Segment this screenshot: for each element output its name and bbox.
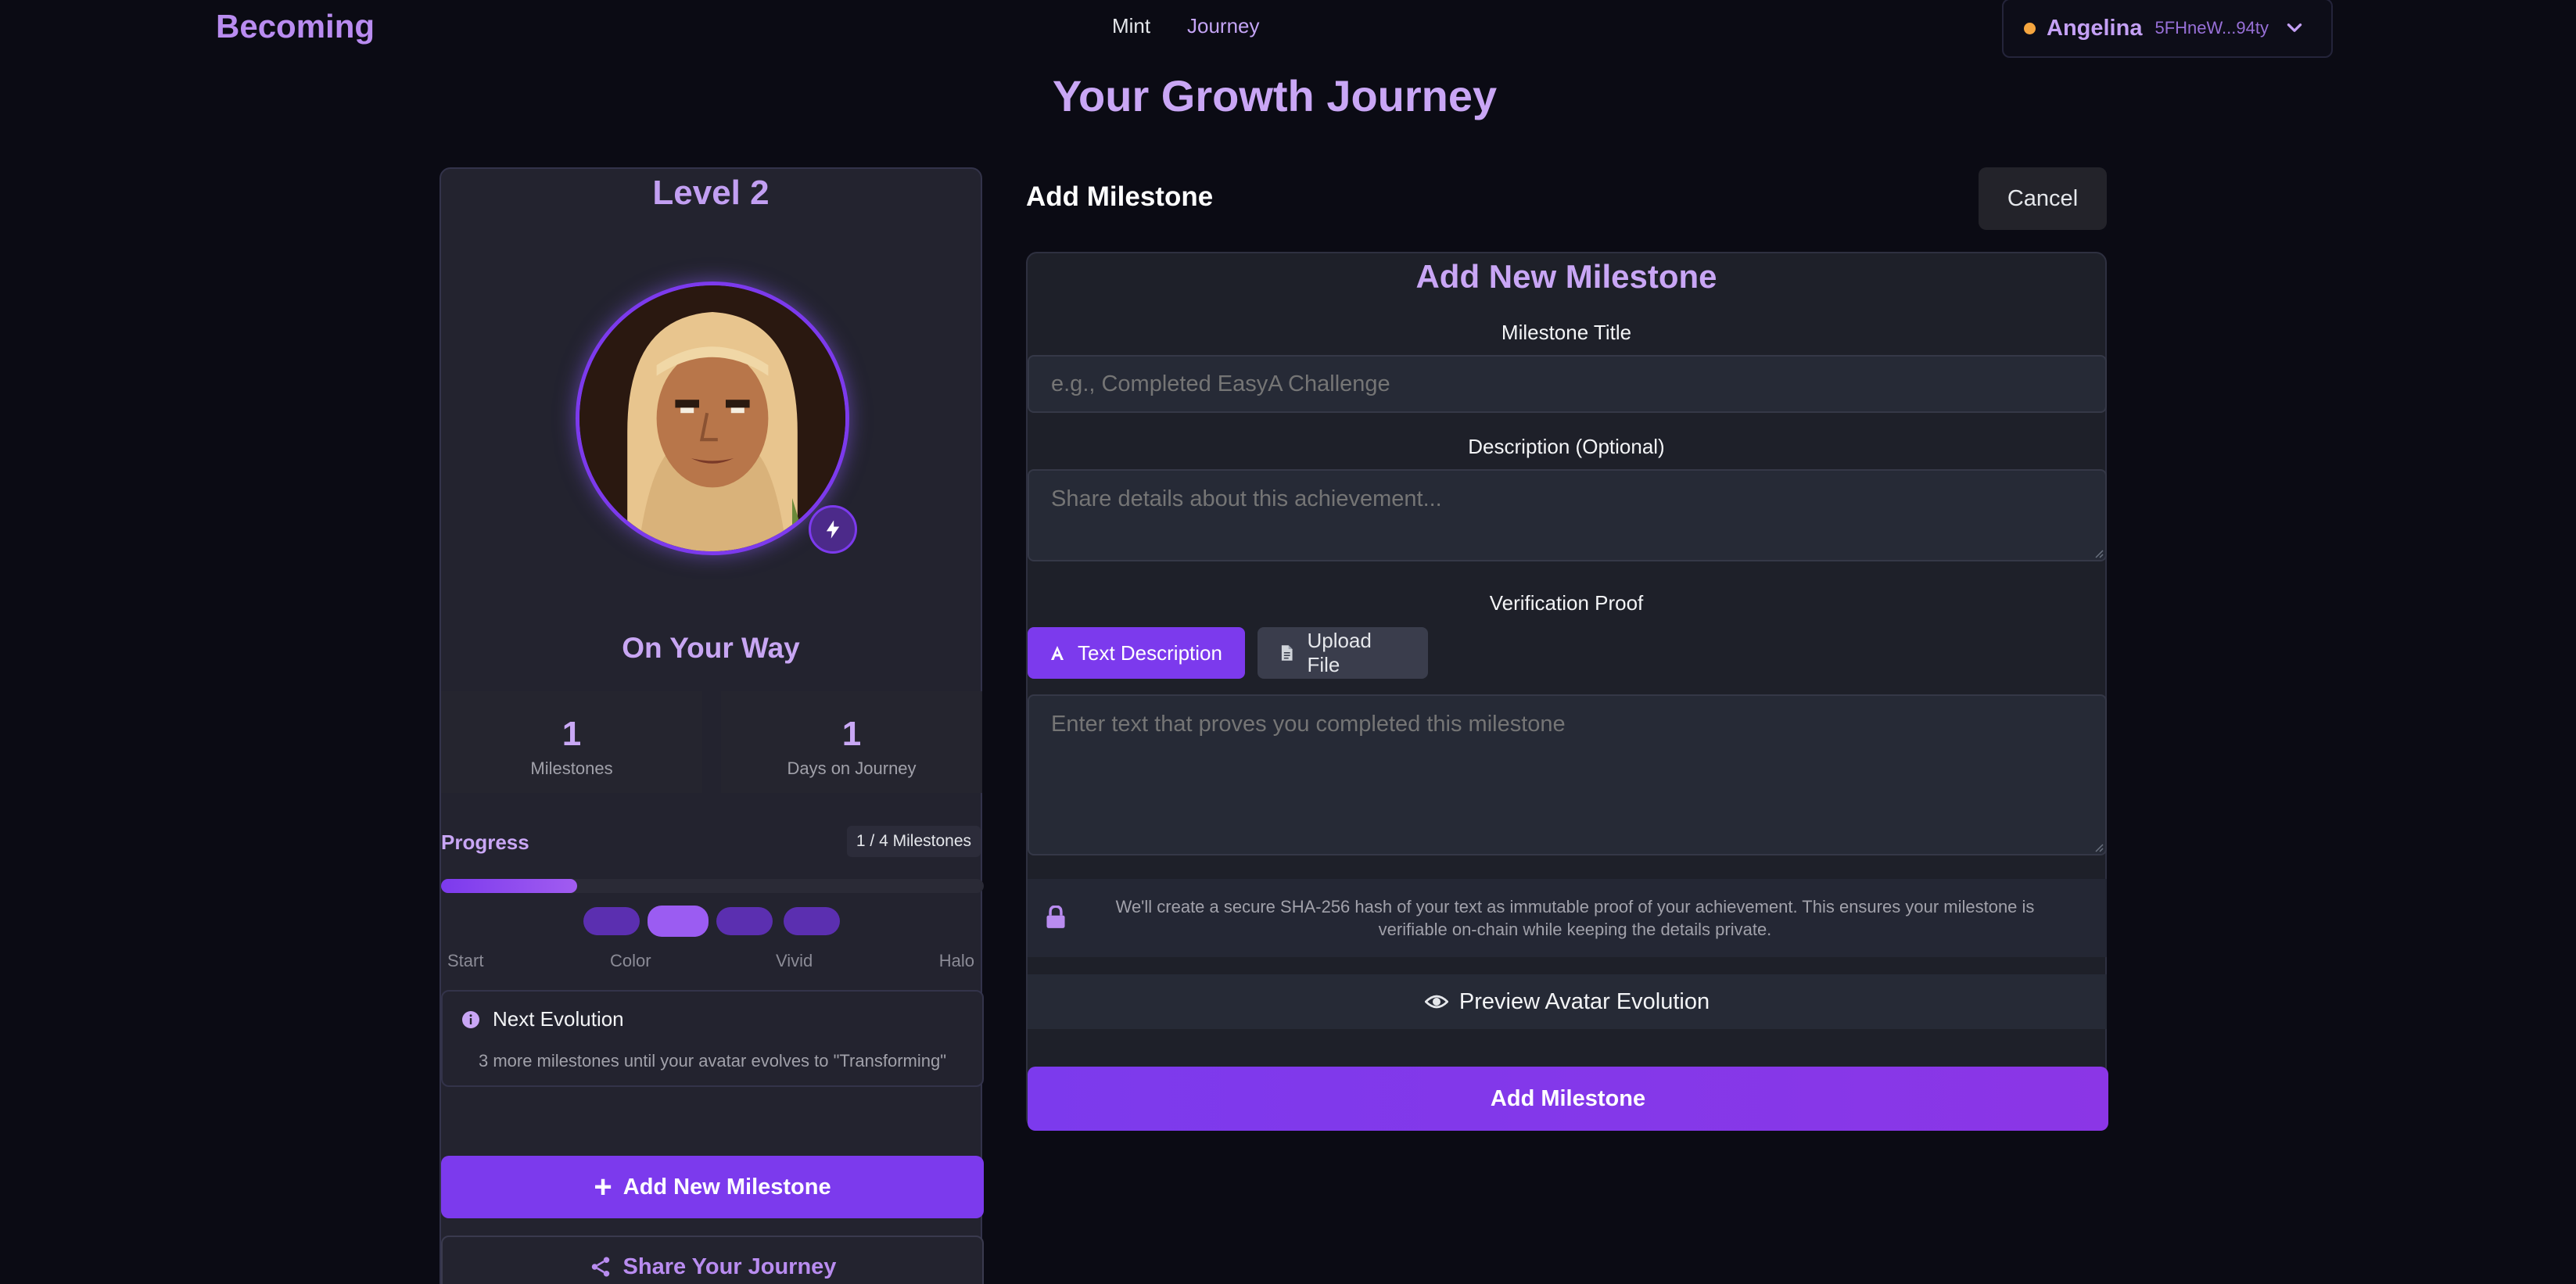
tab-text-description[interactable]: Text Description [1028,627,1245,679]
tab-upload-file[interactable]: Upload File [1258,627,1428,679]
security-note: We'll create a secure SHA-256 hash of yo… [1028,879,2107,957]
stat-value: 1 [561,715,582,753]
stat-label: Milestones [530,759,613,778]
evolution-status: On Your Way [622,632,800,664]
preview-avatar-evolution-button[interactable]: Preview Avatar Evolution [1028,974,2107,1029]
wallet-address: 5FHneW...94ty [2154,18,2269,38]
resize-handle-icon[interactable] [2093,841,2104,852]
page-title: Your Growth Journey [1052,71,1498,120]
avatar [576,282,849,555]
share-journey-label: Share Your Journey [622,1254,837,1279]
level-title: Level 2 [652,174,770,212]
stage-pill [716,907,773,935]
connection-status-dot [2024,22,2036,34]
proof-text-textarea[interactable] [1028,694,2107,855]
share-journey-button[interactable]: Share Your Journey [441,1236,984,1284]
cancel-button[interactable]: Cancel [1979,167,2107,230]
progress-bar-fill [441,879,577,893]
stat-label: Days on Journey [787,759,917,778]
progress-count-badge: 1 / 4 Milestones [846,826,981,857]
description-textarea[interactable] [1028,469,2107,561]
info-icon [462,1010,479,1028]
brand-logo[interactable]: Becoming [216,8,375,45]
evolution-badge [809,505,857,554]
add-milestone-form: Add New Milestone Milestone Title Descri… [1026,252,2108,1131]
lightning-icon [826,520,840,539]
milestone-title-input[interactable] [1028,355,2107,413]
stage-label-start: Start [447,951,484,970]
progress-label: Progress [441,830,529,854]
nav-mint-link[interactable]: Mint [1112,14,1150,38]
next-evolution-title: Next Evolution [493,1007,624,1031]
avatar-portrait-image [579,285,845,551]
wallet-name: Angelina [2047,15,2143,41]
avatar-profile-card: Level 2 On Your Way 1 Milestones 1 Days … [439,167,984,1284]
milestone-title-label: Milestone Title [1501,321,1632,344]
wallet-account-button[interactable]: Angelina 5FHneW...94ty [2002,0,2333,58]
stage-pill [784,907,840,935]
eye-icon [1424,995,1448,1009]
file-icon [1281,645,1293,661]
stage-pill [583,907,640,935]
preview-avatar-evolution-label: Preview Avatar Evolution [1458,988,1710,1014]
form-title: Add New Milestone [1415,258,1717,295]
stat-days: 1 Days on Journey [721,691,982,793]
stage-pill-active [648,906,709,937]
next-evolution-panel: Next Evolution 3 more milestones until y… [441,990,984,1087]
lock-icon [1046,906,1065,928]
stat-milestones: 1 Milestones [441,691,702,793]
font-icon [1051,646,1064,660]
nav-journey-link[interactable]: Journey [1187,14,1260,38]
stage-label-color: Color [610,951,651,970]
share-icon [591,1257,609,1277]
resize-handle-icon[interactable] [2093,547,2104,558]
next-evolution-description: 3 more milestones until your avatar evol… [478,1051,947,1071]
submit-add-milestone-button[interactable]: Add Milestone [1028,1067,2108,1131]
stage-label-halo: Halo [938,951,974,970]
verification-proof-label: Verification Proof [1489,591,1644,615]
stat-value: 1 [841,715,862,753]
add-new-milestone-button[interactable]: + Add New Milestone [441,1156,984,1218]
add-milestone-heading: Add Milestone [1026,181,1214,212]
plus-icon: + [594,1169,612,1204]
tab-text-description-label: Text Description [1078,640,1222,665]
description-label: Description (Optional) [1468,435,1665,458]
chevron-down-icon [2287,23,2302,32]
tab-upload-file-label: Upload File [1307,629,1372,676]
progress-bar [441,879,984,893]
add-new-milestone-label: Add New Milestone [622,1174,831,1200]
stage-label-vivid: Vivid [776,951,813,970]
security-note-text: We'll create a secure SHA-256 hash of yo… [1115,897,2035,939]
